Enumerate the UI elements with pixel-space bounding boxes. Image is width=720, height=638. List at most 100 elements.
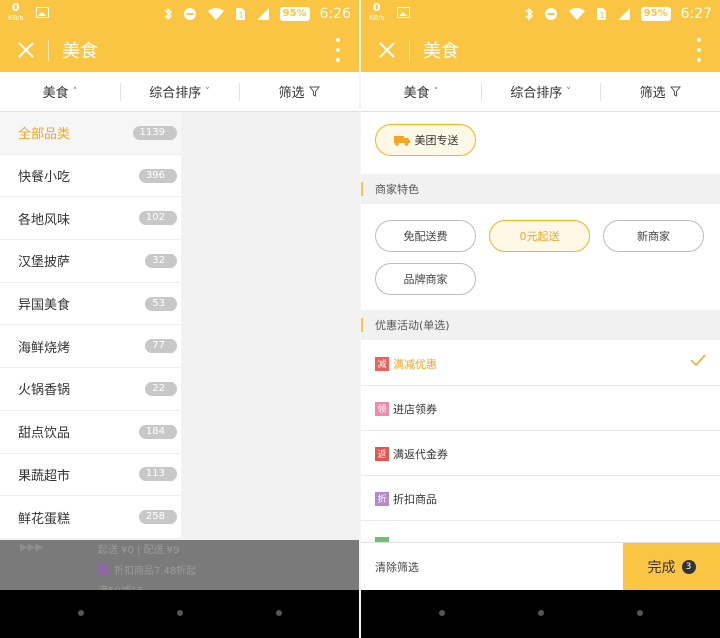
feature-brand-shop[interactable]: 品牌商家 [375,263,476,295]
more-options-button[interactable] [335,38,341,62]
filter-bar: 美食 ˅ 综合排序 ˅ 筛选 [361,72,720,112]
nav-recent-button[interactable] [276,610,282,616]
category-name: 全部品类 [18,127,71,143]
category-item[interactable]: 海鲜烧烤 77 [0,325,181,369]
shop-promo-2: 满50减15 [98,582,143,590]
promo-row-partial[interactable] [361,522,720,542]
selected-count-badge: 3 [681,560,696,574]
promo-label: 进店领券 [393,402,437,416]
close-button[interactable] [14,38,38,62]
check-icon [690,354,706,366]
filter-screen[interactable]: 筛选 [600,72,720,111]
more-options-button[interactable] [696,38,702,62]
category-count-badge: 184 [138,424,178,439]
net-speed-value: 0 [11,1,20,14]
category-name: 各地风味 [18,212,71,228]
filter-sort[interactable]: 综合排序 ˅ [119,72,240,111]
promo-full-reduction[interactable]: 减 满减优惠 [361,342,720,386]
category-item[interactable]: 火锅香锅 22 [0,368,181,411]
category-item[interactable]: 汉堡披萨 32 [0,240,181,283]
app-toolbar: 美食 [361,28,720,72]
shop-promo-text: 折扣商品7.48折起 [114,566,197,577]
filter-category-label: 美食 [42,86,69,101]
close-button[interactable] [375,38,399,62]
status-bar: 0 KB/s 1 95% 6:27 [361,0,720,28]
do-not-disturb-icon [183,5,197,23]
nav-recent-button[interactable] [637,610,643,616]
discount-tag-icon [98,564,110,576]
feature-zero-minimum[interactable]: 0元起送 [489,220,590,252]
delivery-truck-icon [393,136,410,146]
cashback-tag-icon: 返 [375,446,389,461]
filter-actions: 清除筛选 完成 3 [361,542,720,591]
close-icon [18,42,34,58]
category-item[interactable]: 全部品类 1139 [0,112,181,155]
status-bar: 0 KB/s 1 95% 6:26 [0,0,359,28]
image-notification-icon [397,7,410,18]
done-button[interactable]: 完成 3 [623,543,720,591]
signal-icon [256,5,270,23]
reduction-tag-icon: 减 [375,356,389,371]
category-item[interactable]: 甜点饮品 184 [0,411,181,454]
funnel-icon [308,86,320,97]
delivery-logo: ▶▶▶ [20,542,44,553]
meituan-delivery-toggle[interactable]: 美团专送 [375,124,476,156]
net-speed: 0 KB/s [369,1,384,23]
filter-category[interactable]: 美食 ˄ [0,72,120,111]
net-speed-value: 0 [372,1,381,14]
clock: 6:26 [319,6,351,22]
system-nav-bar [0,590,359,638]
battery-level: 95% [279,7,310,21]
more-dot-icon [697,48,701,52]
category-item[interactable]: 快餐小吃 396 [0,155,181,198]
nav-back-button[interactable] [439,610,445,616]
filter-screen-label: 筛选 [278,86,305,101]
category-count-badge: 113 [138,467,178,482]
category-name: 火锅香锅 [18,383,71,399]
dimmed-background: ▶▶▶ 起送 ¥0 | 配送 ¥9 折扣商品7.48折起 满50减15 [0,540,359,590]
toolbar-divider [48,40,49,62]
do-not-disturb-icon [544,5,558,23]
nav-back-button[interactable] [78,610,84,616]
chevron-up-icon: ˄ [72,86,78,97]
category-count-badge: 77 [145,339,177,354]
filter-category[interactable]: 美食 ˅ [361,72,481,111]
shop-promo: 折扣商品7.48折起 [98,562,196,577]
signal-icon [617,5,631,23]
nav-home-button[interactable] [538,610,544,616]
wifi-icon [568,5,586,23]
promo-label: 折扣商品 [393,492,437,506]
category-count-badge: 258 [138,510,178,525]
category-count-badge: 1139 [132,125,178,140]
category-item[interactable]: 异国美食 53 [0,283,181,326]
status-icons: 1 95% 6:26 [163,5,351,23]
category-list: 全部品类 1139 快餐小吃 396 各地风味 102 汉堡披萨 32 异国美食 53 海鲜烧烤 77… [0,112,181,539]
done-label: 完成 [647,560,676,576]
category-item[interactable]: 果蔬超市 113 [0,454,181,497]
chevron-down-icon: ˅ [205,86,210,97]
wifi-icon [207,5,225,23]
more-dot-icon [697,58,701,62]
image-notification-icon [36,7,49,18]
category-subpanel [181,112,359,540]
chevron-down-icon: ˅ [566,86,571,97]
chevron-down-icon: ˅ [433,86,439,97]
promo-cashback-voucher[interactable]: 返 满返代金券 [361,432,720,476]
promo-discount-items[interactable]: 折 折扣商品 [361,477,720,521]
filter-category-label: 美食 [403,86,430,101]
feature-new-shop[interactable]: 新商家 [603,220,704,252]
toolbar-divider [409,40,410,62]
filter-screen-label: 筛选 [639,86,666,101]
filter-sort[interactable]: 综合排序 ˅ [480,72,601,111]
category-name: 汉堡披萨 [18,255,71,271]
category-item[interactable]: 各地风味 102 [0,197,181,241]
category-item[interactable]: 鲜花蛋糕 258 [0,496,181,539]
promo-coupon[interactable]: 领 进店领券 [361,387,720,431]
nav-home-button[interactable] [177,610,183,616]
filter-sort-label: 综合排序 [510,86,563,101]
filter-screen[interactable]: 筛选 [239,72,359,111]
clear-filters-button[interactable]: 清除筛选 [375,559,419,575]
bluetooth-icon [524,5,534,23]
filter-sort-label: 综合排序 [149,86,202,101]
feature-free-delivery[interactable]: 免配送费 [375,220,476,252]
